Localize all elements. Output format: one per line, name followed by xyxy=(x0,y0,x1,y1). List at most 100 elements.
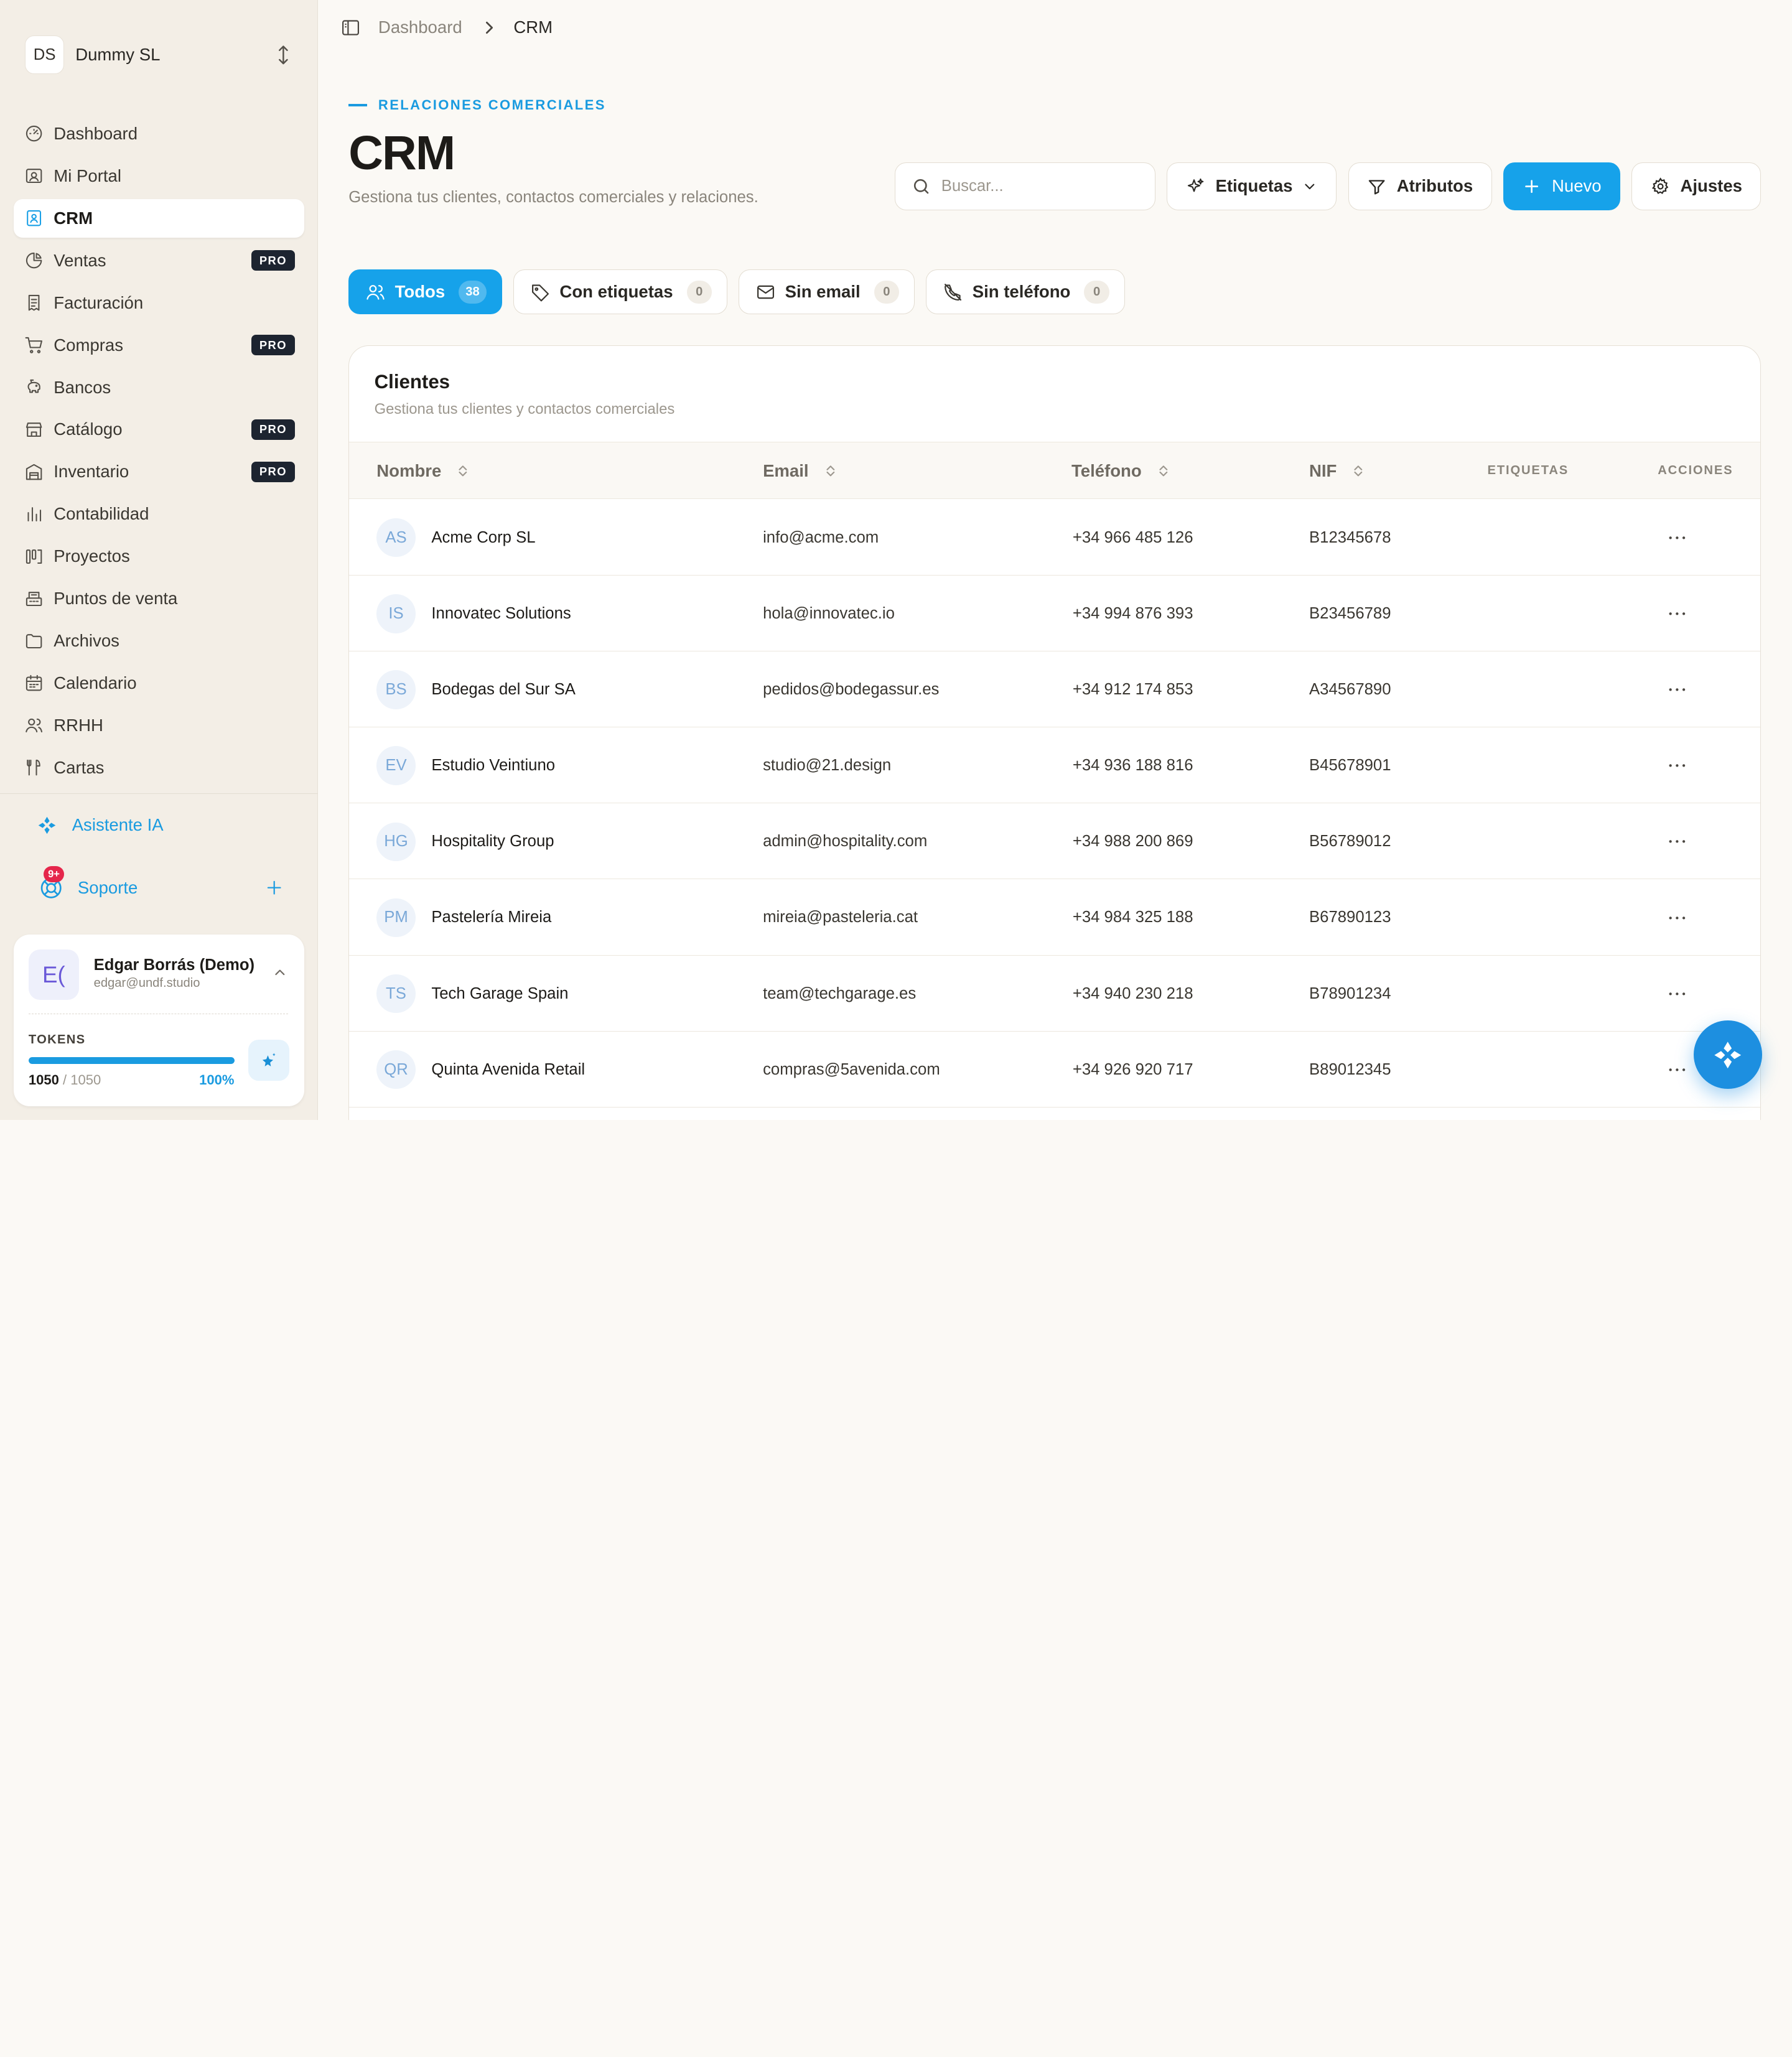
client-name[interactable]: Hospitality Group xyxy=(431,833,554,851)
column-header-actions: ACCIONES xyxy=(1658,464,1734,478)
client-name[interactable]: Tech Garage Spain xyxy=(431,985,568,1003)
sidebar-item-mi-portal[interactable]: Mi Portal xyxy=(14,157,304,195)
sort-icon[interactable] xyxy=(1350,463,1366,479)
row-actions-button[interactable] xyxy=(1666,880,1689,955)
filter-tab-sin-telefono[interactable]: Sin teléfono 0 xyxy=(926,269,1125,315)
table-row[interactable]: QR Quinta Avenida Retail compras@5avenida.… xyxy=(349,1032,1761,1108)
ai-assistant-fab[interactable] xyxy=(1694,1020,1763,1089)
ai-assistant-link[interactable]: Asistente IA xyxy=(37,815,164,836)
sidebar-item-label: Calendario xyxy=(54,673,137,693)
table-row[interactable]: EV Estudio Veintiuno studio@21.design +34 9… xyxy=(349,728,1761,804)
row-actions-button[interactable] xyxy=(1666,728,1689,803)
row-actions-button[interactable] xyxy=(1666,576,1689,651)
more-horizontal-icon xyxy=(1669,992,1686,996)
new-button[interactable]: Nuevo xyxy=(1503,162,1620,210)
column-header-nif[interactable]: NIF xyxy=(1309,442,1366,500)
table-row[interactable]: HG Hospitality Group admin@hospitality.com… xyxy=(349,804,1761,880)
sort-icon[interactable] xyxy=(455,463,471,479)
client-name[interactable]: Acme Corp SL xyxy=(431,529,535,547)
kanban-icon xyxy=(26,549,42,564)
client-name[interactable]: Quinta Avenida Retail xyxy=(431,1061,585,1079)
client-nif: B23456789 xyxy=(1309,604,1391,622)
sidebar-item-proyectos[interactable]: Proyectos xyxy=(14,537,304,576)
sidebar-item-dashboard[interactable]: Dashboard xyxy=(14,114,304,153)
client-name[interactable]: Innovatec Solutions xyxy=(431,605,571,623)
page-title: CRM xyxy=(348,126,455,180)
row-actions-button[interactable] xyxy=(1666,1032,1689,1108)
more-horizontal-icon xyxy=(1669,916,1686,920)
breadcrumb-parent[interactable]: Dashboard xyxy=(378,17,462,37)
column-header-phone[interactable]: Teléfono xyxy=(1071,442,1171,500)
tags-label: Etiquetas xyxy=(1215,176,1293,196)
table-row[interactable]: IS Innovatec Solutions hola@innovatec.io +3… xyxy=(349,576,1761,651)
user-avatar: E( xyxy=(28,949,79,1001)
buy-tokens-button[interactable] xyxy=(248,1040,289,1081)
sidebar-item-cartas[interactable]: Cartas xyxy=(14,749,304,787)
ai-assistant-label: Asistente IA xyxy=(72,815,164,835)
cart-icon xyxy=(25,337,42,353)
row-actions-button[interactable] xyxy=(1666,956,1689,1031)
card-subtitle: Gestiona tus clientes y contactos comerc… xyxy=(374,400,675,417)
client-cell: QR Quinta Avenida Retail xyxy=(376,1032,585,1108)
sidebar-item-label: CRM xyxy=(54,208,93,228)
filter-tab-todos[interactable]: Todos 38 xyxy=(348,269,502,315)
table-row[interactable]: BS Bodegas del Sur SA pedidos@bodegassur.e… xyxy=(349,652,1761,728)
client-cell: PM Pastelería Mireia xyxy=(376,880,551,955)
avatar: IS xyxy=(376,594,416,633)
column-header-email[interactable]: Email xyxy=(763,442,838,500)
table-row[interactable]: TS Tech Garage Spain team@techgarage.es +34… xyxy=(349,956,1761,1032)
client-name[interactable]: Pastelería Mireia xyxy=(431,908,551,926)
chevron-up-icon[interactable] xyxy=(272,964,288,981)
sidebar-item-inventario[interactable]: Inventario PRO xyxy=(14,452,304,491)
filter-tab-con-etiquetas[interactable]: Con etiquetas 0 xyxy=(513,269,727,315)
store-icon xyxy=(26,422,42,437)
sidebar-toggle-icon[interactable] xyxy=(340,17,361,38)
sidebar-item-puntos-de-venta[interactable]: Puntos de venta xyxy=(14,579,304,618)
table-row[interactable]: PM Pastelería Mireia mireia@pasteleria.cat… xyxy=(349,880,1761,956)
sidebar-item-archivos[interactable]: Archivos xyxy=(14,622,304,660)
sidebar-item-rrhh[interactable]: RRHH xyxy=(14,706,304,745)
sidebar-item-contabilidad[interactable]: Contabilidad xyxy=(14,495,304,533)
client-nif: B89012345 xyxy=(1309,1060,1391,1078)
chevron-right-icon xyxy=(486,21,493,34)
filter-icon xyxy=(1368,180,1385,195)
plus-icon[interactable] xyxy=(265,879,283,897)
workspace-switcher[interactable]: DS Dummy SL xyxy=(25,34,294,75)
sort-icon[interactable] xyxy=(823,463,839,479)
row-actions-button[interactable] xyxy=(1666,804,1689,879)
row-actions-button[interactable] xyxy=(1666,500,1689,576)
search-input[interactable] xyxy=(941,177,1136,195)
settings-button[interactable]: Ajustes xyxy=(1631,162,1762,210)
user-name: Edgar Borrás (Demo) xyxy=(93,956,255,974)
client-name[interactable]: Estudio Veintiuno xyxy=(431,757,555,775)
search-box[interactable] xyxy=(895,162,1156,210)
filter-tab-count: 38 xyxy=(459,280,487,304)
client-name[interactable]: Bodegas del Sur SA xyxy=(431,681,575,699)
breadcrumb-current: CRM xyxy=(513,17,553,37)
breadcrumb: Dashboard CRM xyxy=(340,16,553,39)
sidebar-item-catalogo[interactable]: Catálogo PRO xyxy=(14,410,304,449)
sidebar-item-facturacion[interactable]: Facturación xyxy=(14,283,304,322)
client-phone: +34 936 188 816 xyxy=(1072,757,1193,775)
support-link[interactable]: 9+ Soporte xyxy=(39,866,283,900)
table-row[interactable]: AS Acme Corp SL info@acme.com +34 966 485 1… xyxy=(349,500,1761,576)
column-header-tags: ETIQUETAS xyxy=(1487,464,1569,478)
user-email: edgar@undf.studio xyxy=(93,976,200,990)
sidebar-item-ventas[interactable]: Ventas PRO xyxy=(14,241,304,279)
pro-badge: PRO xyxy=(251,250,295,271)
table-header: Nombre Email Teléfono NIF ETIQUETAS ACCI… xyxy=(349,441,1761,500)
register-icon xyxy=(26,591,42,606)
filter-tab-sin-email[interactable]: Sin email 0 xyxy=(739,269,915,315)
tags-dropdown-button[interactable]: Etiquetas xyxy=(1167,162,1337,210)
column-header-name[interactable]: Nombre xyxy=(376,442,471,500)
row-actions-button[interactable] xyxy=(1666,652,1689,727)
user-card[interactable]: E( Edgar Borrás (Demo) edgar@undf.studio… xyxy=(14,935,304,1106)
sidebar-item-bancos[interactable]: Bancos xyxy=(14,368,304,406)
client-phone: +34 926 920 717 xyxy=(1072,1060,1193,1078)
attributes-button[interactable]: Atributos xyxy=(1348,162,1492,210)
sidebar-item-compras[interactable]: Compras PRO xyxy=(14,325,304,364)
sidebar-item-crm[interactable]: CRM xyxy=(14,198,304,238)
chevron-down-icon xyxy=(1305,184,1315,189)
sidebar-item-calendario[interactable]: Calendario xyxy=(14,664,304,702)
sort-icon[interactable] xyxy=(1155,463,1172,479)
